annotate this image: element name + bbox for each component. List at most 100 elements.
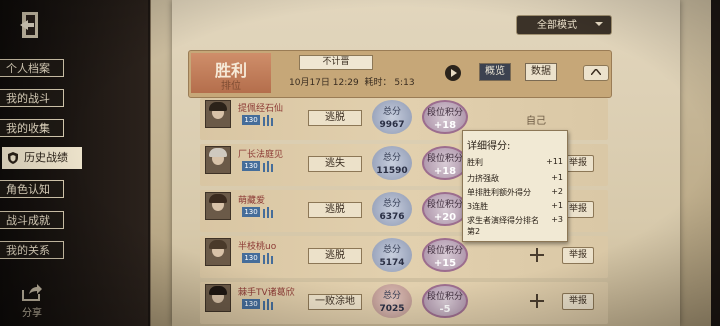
sidebar-item-label: 我的关系 — [6, 244, 50, 257]
total-score-emblem: 总分 9967 — [372, 100, 412, 134]
tooltip-row-label: 3连胜 — [467, 202, 489, 211]
chevron-down-icon — [595, 22, 603, 26]
rank-label: 段位积分 — [426, 200, 463, 210]
outcome-label: 逃失 — [308, 156, 362, 172]
rank-pips-icon — [263, 253, 273, 264]
match-datetime: 10月17日 12:29 — [289, 78, 359, 88]
rank-pips-icon — [263, 299, 273, 310]
result-subtitle: 排位 — [221, 81, 241, 92]
match-summary: 胜利 排位 不计晋 10月17日 12:29 耗时： 5:13 概览 数据 — [188, 50, 612, 98]
tooltip-row-label: 力挤强敌 — [467, 174, 499, 183]
tab-data[interactable]: 数据 — [525, 63, 557, 81]
sidebar-item-profile[interactable]: 个人档案 — [0, 59, 64, 77]
replay-play-button[interactable] — [445, 65, 461, 81]
player-name: 棘手TV诸葛欣 — [238, 288, 295, 298]
share-button[interactable]: 分享 — [18, 282, 46, 319]
tooltip-row: 力挤强敌 +1 — [467, 173, 563, 184]
rank-label: 段位积分 — [426, 246, 463, 256]
tooltip-row: 3连胜 +1 — [467, 201, 563, 212]
sidebar-item-character-knowledge[interactable]: 角色认知 — [0, 180, 64, 198]
rank-delta: +18 — [433, 166, 457, 177]
mode-filter-dropdown[interactable]: 全部模式 — [516, 15, 612, 35]
level-badge: 130 — [242, 299, 260, 309]
sidebar-item-achievements[interactable]: 战斗成就 — [0, 211, 64, 229]
collapse-button[interactable] — [583, 65, 609, 81]
tooltip-row-value: +11 — [546, 157, 563, 166]
rank-delta: -5 — [439, 304, 451, 315]
score-label: 总分 — [382, 291, 401, 301]
player-row: 棘手TV诸葛欣 130 一败涂地 总分 7025 段位积分 -5 举报 — [200, 282, 608, 324]
avatar — [205, 100, 231, 128]
score-value: 11590 — [376, 166, 408, 176]
total-score-emblem: 总分 7025 — [372, 284, 412, 318]
level-badge: 130 — [242, 161, 260, 171]
sidebar-item-collection[interactable]: 我的收集 — [0, 119, 64, 137]
score-label: 总分 — [382, 107, 401, 117]
sidebar-item-history[interactable]: 历史战绩 — [2, 147, 82, 169]
score-value: 9967 — [379, 120, 405, 130]
duration-label: 耗时： — [364, 78, 392, 88]
rank-delta: +18 — [433, 120, 457, 131]
tooltip-row-label: 单排胜利额外得分 — [467, 188, 531, 197]
tab-overview[interactable]: 概览 — [479, 63, 511, 81]
outcome-label: 逃脱 — [308, 248, 362, 264]
sidebar-item-label: 我的收集 — [6, 122, 50, 135]
player-name: 厂长法庭见 — [238, 150, 284, 160]
rank-points-emblem[interactable]: 段位积分 +15 — [422, 238, 468, 272]
score-value: 6376 — [379, 212, 405, 222]
mode-filter-value: 全部模式 — [537, 20, 577, 31]
player-name: 半枝桃uo — [238, 242, 277, 252]
shield-icon — [8, 152, 18, 164]
score-label: 总分 — [382, 199, 401, 209]
player-name: 提佩经石仙 — [238, 104, 284, 114]
sidebar-item-label: 我的战斗 — [6, 92, 50, 105]
match-meta: 10月17日 12:29 耗时： 5:13 — [289, 75, 415, 88]
rank-points-emblem[interactable]: 段位积分 -5 — [422, 284, 468, 318]
rank-label: 段位积分 — [426, 108, 463, 118]
score-label: 总分 — [382, 153, 401, 163]
rank-label: 段位积分 — [426, 292, 463, 302]
share-icon — [22, 284, 42, 301]
total-score-emblem: 总分 6376 — [372, 192, 412, 226]
total-score-emblem: 总分 11590 — [372, 146, 412, 180]
sidebar-item-label: 角色认知 — [6, 183, 50, 196]
score-breakdown-tooltip: 详细得分: 胜利 +11 力挤强敌 +1 单排胜利额外得分 +2 3连胜 +1 求生者演… — [462, 130, 568, 242]
report-button[interactable]: 举报 — [562, 293, 594, 310]
sidebar-item-battles[interactable]: 我的战斗 — [0, 89, 64, 107]
sidebar-item-label: 个人档案 — [6, 62, 50, 75]
rank-pips-icon — [263, 161, 273, 172]
avatar — [205, 146, 231, 174]
level-badge: 130 — [242, 115, 260, 125]
tooltip-row: 单排胜利额外得分 +2 — [467, 187, 563, 198]
outcome-label: 逃脱 — [308, 202, 362, 218]
tooltip-row-value: +3 — [551, 215, 563, 224]
rank-label: 段位积分 — [426, 154, 463, 164]
outcome-label: 一败涂地 — [308, 294, 362, 310]
score-value: 5174 — [379, 258, 405, 268]
self-marker: 自己 — [526, 116, 546, 127]
add-friend-icon[interactable] — [530, 294, 544, 308]
share-label: 分享 — [22, 308, 42, 319]
report-button[interactable]: 举报 — [562, 247, 594, 264]
level-badge: 130 — [242, 207, 260, 217]
tooltip-row-label: 胜利 — [467, 158, 483, 167]
tooltip-row: 胜利 +11 — [467, 157, 563, 168]
exit-icon[interactable] — [18, 10, 44, 40]
sidebar-item-relations[interactable]: 我的关系 — [0, 241, 64, 259]
score-label: 总分 — [382, 245, 401, 255]
add-friend-icon[interactable] — [530, 248, 544, 262]
rank-delta: +15 — [433, 258, 457, 269]
rank-points-emblem[interactable]: 段位积分 +18 — [422, 100, 468, 134]
sidebar: 个人档案 我的战斗 我的收集 历史战绩 角色认知 战斗成就 我的关系 分享 — [0, 0, 148, 326]
match-type-badge: 不计晋 — [299, 55, 373, 70]
score-value: 7025 — [379, 304, 405, 314]
tooltip-row-value: +1 — [551, 173, 563, 182]
tooltip-row-value: +1 — [551, 201, 563, 210]
rank-delta: +20 — [433, 212, 457, 223]
sidebar-item-label: 战斗成就 — [6, 214, 50, 227]
player-row: 半枝桃uo 130 逃脱 总分 5174 段位积分 +15 举报 — [200, 236, 608, 278]
tooltip-row-label: 求生者演绎得分排名第2 — [467, 216, 539, 236]
rank-pips-icon — [263, 115, 273, 126]
outcome-label: 逃脱 — [308, 110, 362, 126]
total-score-emblem: 总分 5174 — [372, 238, 412, 272]
